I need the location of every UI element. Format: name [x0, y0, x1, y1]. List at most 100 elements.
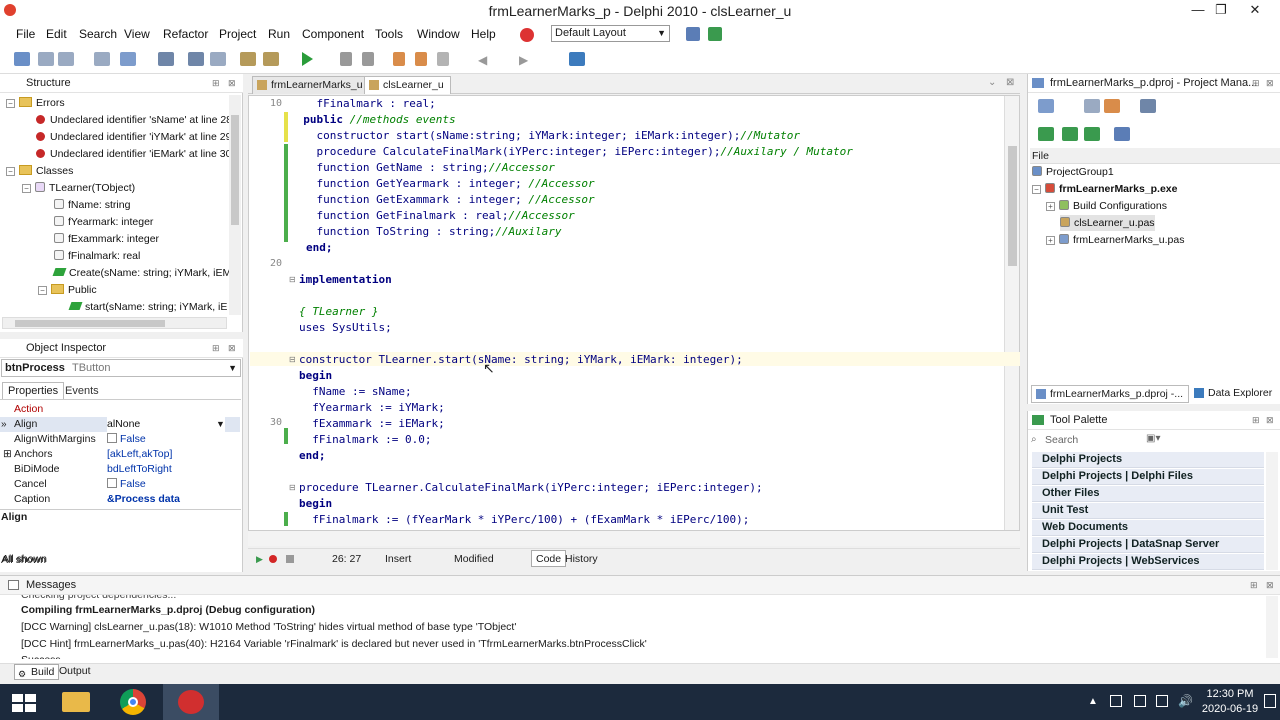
- property-value[interactable]: &Process data: [107, 492, 180, 507]
- forward-icon[interactable]: ▶: [519, 53, 528, 67]
- set-debug-desktop-icon[interactable]: [708, 27, 722, 41]
- battery-icon[interactable]: [1134, 695, 1146, 707]
- pin-icon[interactable]: ⊞: [1250, 576, 1258, 594]
- tab-code[interactable]: Code: [531, 550, 567, 567]
- tree-item-error[interactable]: Undeclared identifier 'sName' at line 28: [36, 112, 232, 128]
- editor-horizontal-scrollbar[interactable]: [248, 531, 1020, 546]
- stop-macro-icon[interactable]: [286, 555, 294, 563]
- fold-icon[interactable]: ⊟: [289, 483, 296, 492]
- pin-icon[interactable]: ⊞: [212, 74, 220, 92]
- tree-item-error[interactable]: Undeclared identifier 'iEMark' at line 3…: [36, 146, 231, 162]
- palette-category[interactable]: Delphi Projects | DataSnap Server: [1032, 537, 1264, 553]
- palette-category[interactable]: Web Documents: [1032, 520, 1264, 536]
- tree-item-field[interactable]: fExammark: integer: [54, 231, 159, 247]
- tab-build[interactable]: ⚙ Build: [14, 664, 60, 680]
- tree-item-class[interactable]: − TLearner(TObject): [22, 180, 135, 196]
- save-all-icon[interactable]: [188, 52, 204, 66]
- tree-item-public[interactable]: − Public: [38, 282, 97, 298]
- property-row-selected[interactable]: » Align alNone ▼: [0, 417, 240, 432]
- new-icon[interactable]: [14, 52, 30, 66]
- property-row[interactable]: ⊞ Anchors [akLeft,akTop]: [0, 447, 240, 462]
- fold-icon[interactable]: ⊟: [289, 275, 296, 284]
- property-row[interactable]: BiDiMode bdLeftToRight: [0, 462, 240, 477]
- collapse-icon[interactable]: −: [1032, 185, 1041, 194]
- horizontal-scrollbar[interactable]: [2, 317, 227, 329]
- property-value[interactable]: False: [107, 432, 146, 447]
- step-over-icon[interactable]: [415, 52, 427, 66]
- palette-category[interactable]: Delphi Projects: [1032, 452, 1264, 468]
- messages-scrollbar[interactable]: [1266, 596, 1278, 658]
- help-icon[interactable]: [520, 28, 534, 42]
- tab-clslearner-u[interactable]: clsLearner_u: [364, 76, 451, 94]
- close-tab-icon[interactable]: ⊠: [1006, 77, 1014, 88]
- tab-frmlearnermarks-u[interactable]: frmLearnerMarks_u: [252, 76, 370, 94]
- palette-search-field[interactable]: ⌕ Search: [1029, 432, 1137, 448]
- tree-item-field[interactable]: fName: string: [54, 197, 130, 213]
- checkbox[interactable]: [107, 478, 117, 488]
- menu-component[interactable]: Component: [302, 27, 364, 41]
- menu-run[interactable]: Run: [268, 27, 290, 41]
- property-value[interactable]: bdLeftToRight: [107, 462, 172, 477]
- tab-data-explorer[interactable]: Data Explorer: [1190, 385, 1277, 403]
- property-row[interactable]: Cancel False: [0, 477, 240, 492]
- trace-into-icon[interactable]: [393, 52, 405, 66]
- expand-icon[interactable]: +: [1046, 202, 1055, 211]
- clock-time[interactable]: 12:30 PM: [1200, 688, 1260, 700]
- network-icon[interactable]: [1110, 695, 1122, 707]
- collapse-icon[interactable]: −: [6, 167, 15, 176]
- maximize-button[interactable]: ❐: [1206, 0, 1236, 22]
- palette-category[interactable]: Other Files: [1032, 486, 1264, 502]
- menu-edit[interactable]: Edit: [46, 27, 67, 41]
- pin-icon[interactable]: ⊞: [212, 339, 220, 357]
- sync-icon[interactable]: [1038, 127, 1054, 141]
- tree-item-field[interactable]: fFinalmark: real: [54, 248, 140, 264]
- message-line[interactable]: [DCC Hint] frmLearnerMarks_u.pas(40): H2…: [21, 638, 647, 650]
- tab-history[interactable]: History: [565, 549, 598, 569]
- open-icon[interactable]: [120, 52, 136, 66]
- property-row[interactable]: Caption &Process data: [0, 492, 240, 507]
- message-line[interactable]: [DCC Warning] clsLearner_u.pas(18): W101…: [21, 621, 516, 633]
- add-to-project-icon[interactable]: [263, 52, 279, 66]
- property-value[interactable]: alNone: [107, 417, 225, 432]
- save-desktop-icon[interactable]: [686, 27, 700, 41]
- tray-up-icon[interactable]: ▲: [1088, 696, 1098, 707]
- remove-icon[interactable]: [1104, 99, 1120, 113]
- pin-icon[interactable]: ⊞: [1252, 411, 1260, 429]
- tab-list-icon[interactable]: ⌄: [988, 77, 996, 88]
- tree-item-method[interactable]: start(sName: string; iYMark, iE: [68, 299, 227, 315]
- tab-events[interactable]: Events: [60, 383, 104, 399]
- file-explorer-icon[interactable]: [62, 692, 90, 712]
- close-file-icon[interactable]: [210, 52, 226, 66]
- tab-output[interactable]: Output: [59, 665, 91, 677]
- tree-item-projectgroup[interactable]: ProjectGroup1: [1032, 164, 1114, 180]
- remove-file-icon[interactable]: [58, 52, 74, 66]
- stop-icon[interactable]: [362, 52, 374, 66]
- tree-item-error[interactable]: Undeclared identifier 'iYMark' at line 2…: [36, 129, 231, 145]
- pin-icon[interactable]: ⊞: [1252, 74, 1260, 92]
- vertical-scrollbar[interactable]: [229, 95, 241, 315]
- collapse-icon[interactable]: −: [22, 184, 31, 193]
- new-items-icon[interactable]: [38, 52, 54, 66]
- tree-item-errors[interactable]: − Errors: [6, 95, 65, 111]
- open-file-icon[interactable]: [240, 52, 256, 66]
- chrome-icon[interactable]: [120, 689, 146, 715]
- tree-item-build-config[interactable]: + Build Configurations: [1046, 198, 1167, 214]
- menu-view[interactable]: View: [124, 27, 150, 41]
- wifi-icon[interactable]: [1156, 695, 1168, 707]
- view-icon[interactable]: [1140, 99, 1156, 113]
- property-row[interactable]: AlignWithMargins False: [0, 432, 240, 447]
- chevron-down-icon[interactable]: ▼: [216, 417, 225, 432]
- tree-item-clslearner[interactable]: clsLearner_u.pas: [1060, 215, 1155, 231]
- property-row[interactable]: Action: [0, 402, 240, 417]
- categories-icon[interactable]: ▣▾: [1146, 433, 1160, 444]
- open-project-icon[interactable]: [94, 52, 110, 66]
- windows-start-icon[interactable]: [12, 694, 36, 712]
- collapse-icon[interactable]: −: [6, 99, 15, 108]
- tree-item-method[interactable]: Create(sName: string; iYMark, iEMa: [52, 265, 237, 281]
- play-macro-icon[interactable]: ▶: [256, 549, 263, 569]
- message-line[interactable]: Compiling frmLearnerMarks_p.dproj (Debug…: [21, 604, 315, 616]
- message-line[interactable]: Success: [21, 654, 61, 659]
- new-project-icon[interactable]: [1084, 99, 1100, 113]
- menu-refactor[interactable]: Refactor: [163, 27, 208, 41]
- palette-category[interactable]: Unit Test: [1032, 503, 1264, 519]
